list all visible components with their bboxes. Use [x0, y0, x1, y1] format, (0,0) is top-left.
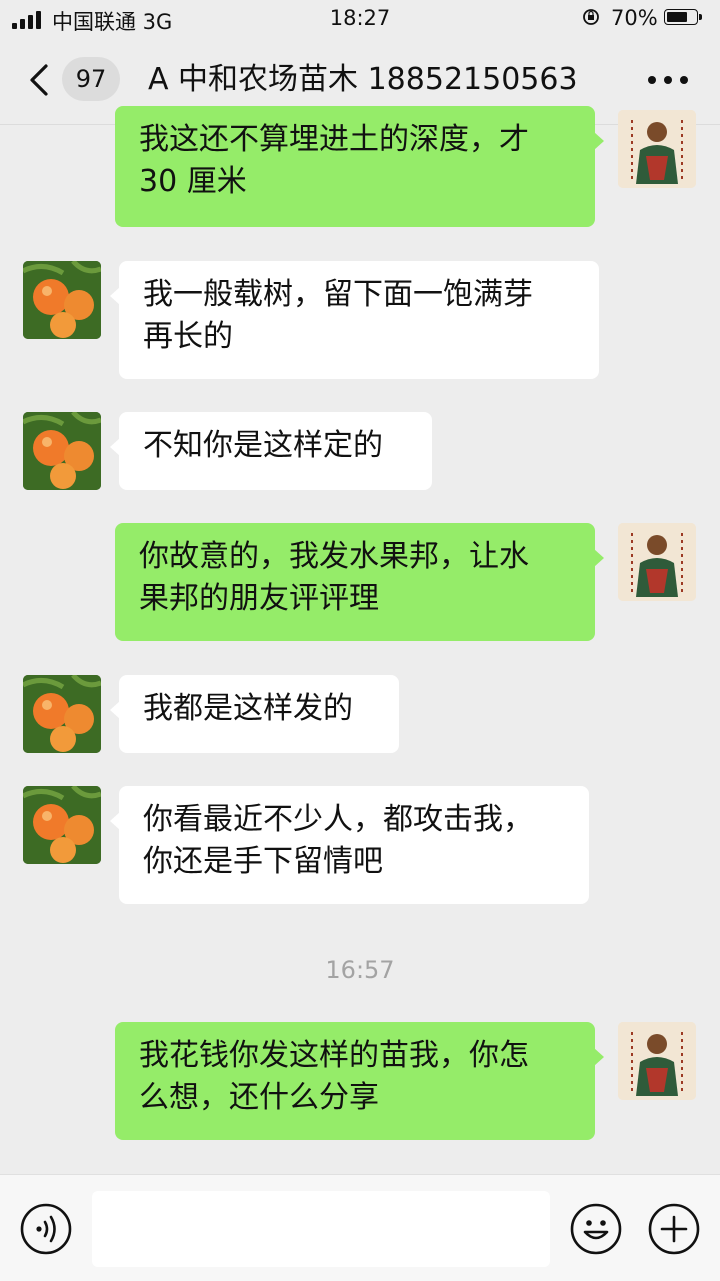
message-line: 不知你是这样定的	[143, 428, 383, 463]
contact-avatar[interactable]	[23, 261, 101, 339]
message-line: 我这还不算埋进土的深度，才	[139, 122, 529, 157]
message-bubble-incoming[interactable]: 我一般载树，留下面一饱满芽 再长的	[110, 261, 599, 379]
input-bar	[0, 1174, 720, 1281]
message-line: 我一般载树，留下面一饱满芽	[143, 277, 533, 312]
message-bubble-outgoing[interactable]: 你故意的，我发水果邦，让水 果邦的朋友评评理	[115, 523, 604, 641]
battery-icon	[664, 9, 702, 27]
contact-avatar[interactable]	[23, 675, 101, 753]
voice-icon[interactable]	[20, 1203, 72, 1255]
self-avatar[interactable]	[618, 1022, 696, 1100]
message-line: 么想，还什么分享	[139, 1080, 379, 1115]
contact-avatar[interactable]	[23, 786, 101, 864]
message-line: 你看最近不少人，都攻击我，	[143, 802, 533, 837]
message-line: 我花钱你发这样的苗我，你怎	[139, 1038, 529, 1073]
message-line: 你还是手下留情吧	[143, 844, 383, 879]
message-line: 你故意的，我发水果邦，让水	[139, 539, 529, 574]
back-icon[interactable]	[24, 60, 54, 100]
message-bubble-incoming[interactable]: 我都是这样发的	[110, 675, 399, 753]
status-bar: 中国联通 3G 18:27 70%	[0, 0, 720, 38]
message-line: 再长的	[143, 319, 233, 354]
message-line: 30 厘米	[139, 164, 247, 199]
contact-avatar[interactable]	[23, 412, 101, 490]
message-bubble-outgoing[interactable]: 我花钱你发这样的苗我，你怎 么想，还什么分享	[115, 1022, 604, 1140]
message-timestamp: 16:57	[325, 956, 395, 984]
emoji-icon[interactable]	[570, 1203, 622, 1255]
message-bubble-incoming[interactable]: 不知你是这样定的	[110, 412, 432, 490]
more-icon[interactable]	[646, 76, 690, 86]
message-line: 果邦的朋友评评理	[139, 581, 379, 616]
chat-title: A 中和农场苗木 18852150563	[148, 62, 578, 97]
battery-percent: 70%	[611, 6, 658, 30]
unread-count-badge[interactable]: 97	[62, 57, 120, 101]
rotation-lock-icon	[583, 9, 599, 25]
message-line: 我都是这样发的	[143, 691, 353, 726]
plus-icon[interactable]	[648, 1203, 700, 1255]
self-avatar[interactable]	[618, 110, 696, 188]
message-input[interactable]	[92, 1191, 550, 1267]
self-avatar[interactable]	[618, 523, 696, 601]
message-bubble-incoming[interactable]: 你看最近不少人，都攻击我， 你还是手下留情吧	[110, 786, 589, 904]
message-bubble-outgoing[interactable]: 我这还不算埋进土的深度，才 30 厘米	[115, 106, 604, 227]
